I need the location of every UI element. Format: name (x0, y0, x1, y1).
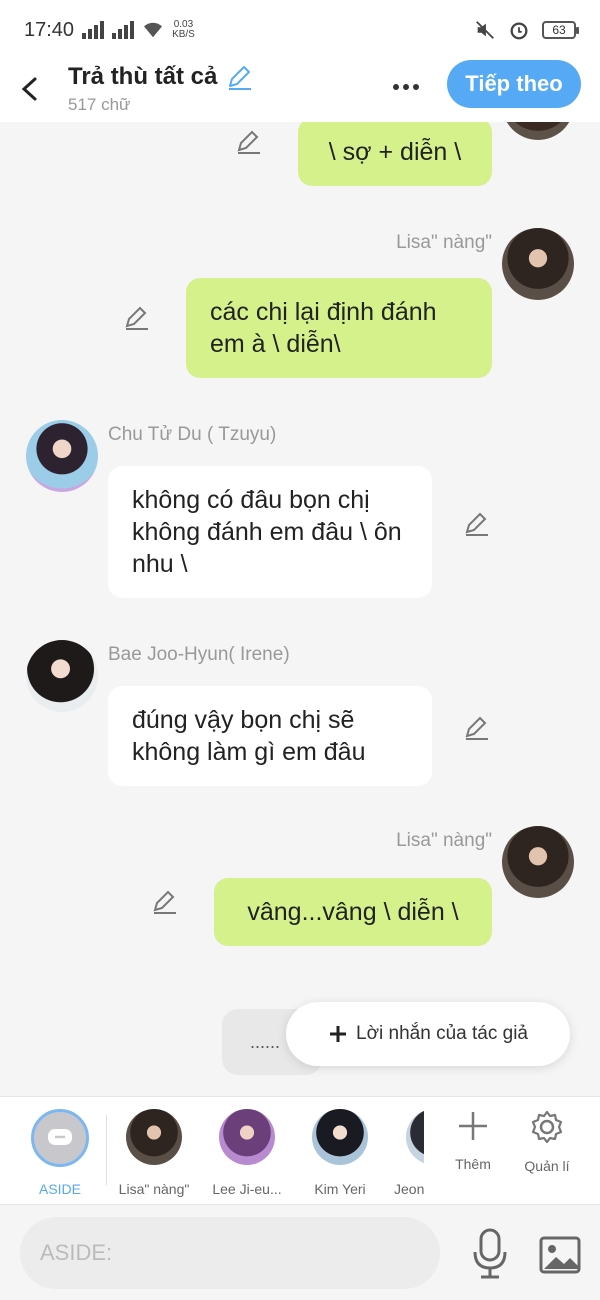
character-label: Jeon (394, 1181, 424, 1197)
add-character-button[interactable]: Thêm (438, 1109, 508, 1172)
edit-message-icon[interactable] (122, 304, 150, 332)
net-speed: 0.03 KB/S (172, 19, 195, 40)
signal-icon-2 (112, 21, 135, 39)
avatar (312, 1109, 368, 1165)
avatar-lisa[interactable] (502, 228, 574, 300)
character-bar: ASIDE Lisa" nàng" Lee Ji-eu... Kim Yeri … (0, 1096, 600, 1204)
title-block: Trả thù tất cả 517 chữ (68, 63, 253, 115)
mute-icon (476, 21, 494, 39)
gear-icon (531, 1110, 563, 1144)
avatar-lisa[interactable] (502, 826, 574, 898)
character-kim-yeri[interactable]: Kim Yeri (298, 1109, 382, 1197)
message-bubble[interactable]: \ sợ + diễn \ (298, 122, 492, 186)
message-bubble[interactable]: không có đâu bọn chị không đánh em đâu \… (108, 466, 432, 598)
next-button[interactable]: Tiếp theo (447, 60, 581, 108)
message-bubble[interactable]: đúng vậy bọn chị sẽ không làm gì em đâu (108, 686, 432, 786)
avatar (126, 1109, 182, 1165)
alarm-icon (510, 22, 528, 40)
back-button[interactable] (4, 63, 56, 115)
character-lisa[interactable]: Lisa" nàng" (112, 1109, 196, 1197)
battery-icon: 63 (542, 21, 579, 39)
edit-message-icon[interactable] (234, 128, 262, 156)
plus-icon (330, 1026, 347, 1042)
character-label: Kim Yeri (314, 1181, 366, 1197)
character-label: Lisa" nàng" (118, 1181, 190, 1197)
signal-icon (82, 21, 105, 39)
divider (106, 1115, 107, 1185)
avatar-irene[interactable] (26, 640, 98, 712)
story-title: Trả thù tất cả (68, 63, 218, 90)
edit-title-icon[interactable] (225, 63, 253, 91)
manage-label: Quản lí (524, 1158, 570, 1174)
character-lee-ji-eun[interactable]: Lee Ji-eu... (205, 1109, 289, 1197)
plus-icon (459, 1112, 487, 1140)
avatar (406, 1109, 424, 1165)
character-jeon[interactable]: Jeon (392, 1109, 424, 1197)
message-bubble[interactable]: các chị lại định đánh em à \ diễn\ (186, 278, 492, 378)
edit-message-icon[interactable] (462, 714, 490, 742)
status-bar: 17:40 0.03 KB/S 63 (0, 0, 600, 60)
back-arrow-icon (21, 77, 37, 101)
avatar[interactable] (502, 122, 574, 140)
author-note-button[interactable]: Lời nhắn của tác giả (286, 1002, 570, 1066)
edit-message-icon[interactable] (462, 510, 490, 538)
author-note-label: Lời nhắn của tác giả (356, 1023, 528, 1044)
word-count: 517 chữ (68, 95, 131, 114)
mic-icon[interactable] (468, 1227, 512, 1281)
aside-avatar (31, 1109, 89, 1167)
avatar (219, 1109, 275, 1165)
speaker-name: Lisa" nàng" (396, 830, 492, 851)
message-input[interactable] (20, 1217, 440, 1289)
chat-bubble-icon (48, 1129, 72, 1145)
character-label: Lee Ji-eu... (212, 1181, 282, 1197)
chat-area[interactable]: \ sợ + diễn \ Lisa" nàng" các chị lại đị… (0, 122, 600, 1096)
input-bar (0, 1204, 600, 1300)
character-aside[interactable]: ASIDE (18, 1109, 102, 1197)
avatar-tzuyu[interactable] (26, 420, 98, 492)
manage-button[interactable]: Quản lí (512, 1109, 582, 1174)
speaker-name: Chu Tử Du ( Tzuyu) (108, 424, 277, 445)
speaker-name: Bae Joo-Hyun( Irene) (108, 644, 290, 665)
speaker-name: Lisa" nàng" (396, 232, 492, 253)
wifi-icon (144, 22, 163, 38)
add-label: Thêm (455, 1156, 491, 1172)
message-bubble[interactable]: vâng...vâng \ diễn \ (214, 878, 492, 946)
character-label: ASIDE (38, 1181, 81, 1197)
clock: 17:40 (24, 18, 75, 41)
edit-message-icon[interactable] (150, 888, 178, 916)
header: Trả thù tất cả 517 chữ Tiếp theo (0, 56, 600, 122)
image-icon[interactable] (538, 1233, 582, 1277)
more-button[interactable] (386, 72, 426, 102)
